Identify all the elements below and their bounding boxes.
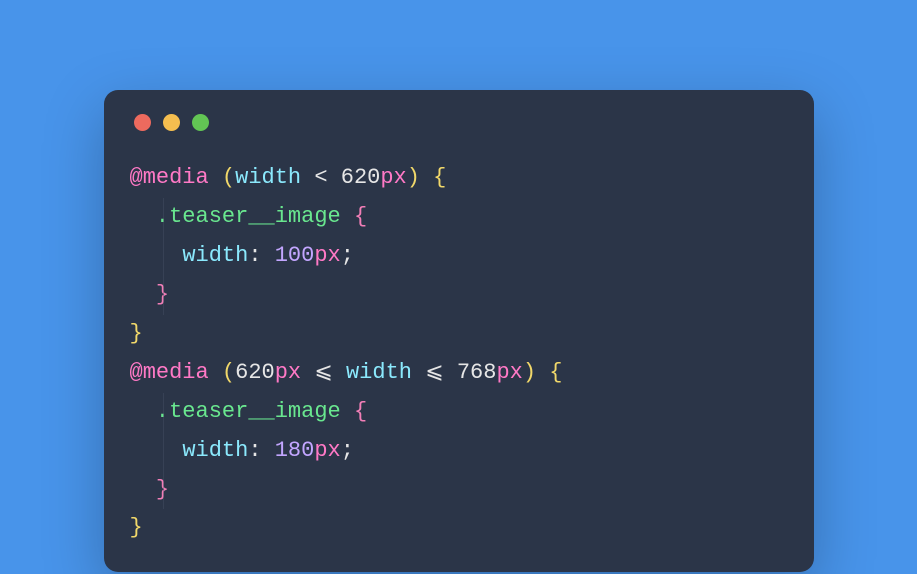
code-token: @media [130, 165, 209, 190]
code-token [536, 360, 549, 385]
code-token: { [433, 165, 446, 190]
code-line: } [130, 276, 788, 315]
code-token: width [235, 165, 301, 190]
code-token: : [248, 243, 274, 268]
minimize-icon[interactable] [163, 114, 180, 131]
code-token: { [354, 204, 367, 229]
code-token: width [346, 360, 412, 385]
code-token: ; [341, 243, 354, 268]
code-token [209, 360, 222, 385]
code-line: width: 180px; [130, 432, 788, 471]
indent-guide [163, 393, 164, 432]
code-token: width [182, 243, 248, 268]
code-token: ( [222, 165, 235, 190]
code-token [420, 165, 433, 190]
code-token: px [275, 360, 301, 385]
code-token [341, 204, 354, 229]
code-token: .teaser__image [156, 204, 341, 229]
code-token [209, 165, 222, 190]
code-token: 100 [275, 243, 315, 268]
code-line: } [130, 509, 788, 548]
code-token: px [496, 360, 522, 385]
code-token: } [130, 321, 143, 346]
code-token: ) [523, 360, 536, 385]
code-window: @media (width < 620px) { .teaser__image … [104, 90, 814, 572]
code-token: px [314, 243, 340, 268]
traffic-lights [130, 114, 788, 131]
code-token: { [354, 399, 367, 424]
code-token: ) [407, 165, 420, 190]
code-token: } [130, 515, 143, 540]
code-token: ⩽ [301, 360, 346, 385]
close-icon[interactable] [134, 114, 151, 131]
code-token: .teaser__image [156, 399, 341, 424]
code-token: 620 [235, 360, 275, 385]
code-token: < 620 [301, 165, 380, 190]
code-token: ⩽ 768 [412, 360, 496, 385]
code-token [341, 399, 354, 424]
code-line: .teaser__image { [130, 198, 788, 237]
code-line: } [130, 315, 788, 354]
indent-guide [163, 237, 164, 276]
code-token: ; [341, 438, 354, 463]
indent-guide [163, 432, 164, 471]
code-token: : [248, 438, 274, 463]
code-token: @media [130, 360, 209, 385]
code-line: @media (width < 620px) { [130, 159, 788, 198]
code-token: width [182, 438, 248, 463]
code-token: 180 [275, 438, 315, 463]
indent-guide [163, 198, 164, 237]
code-line: } [130, 471, 788, 510]
code-line: .teaser__image { [130, 393, 788, 432]
code-token: px [380, 165, 406, 190]
code-token: ( [222, 360, 235, 385]
code-block: @media (width < 620px) { .teaser__image … [130, 159, 788, 548]
indent-guide [163, 276, 164, 315]
code-line: @media (620px ⩽ width ⩽ 768px) { [130, 354, 788, 393]
maximize-icon[interactable] [192, 114, 209, 131]
code-token: px [314, 438, 340, 463]
code-token: { [549, 360, 562, 385]
code-line: width: 100px; [130, 237, 788, 276]
indent-guide [163, 471, 164, 510]
